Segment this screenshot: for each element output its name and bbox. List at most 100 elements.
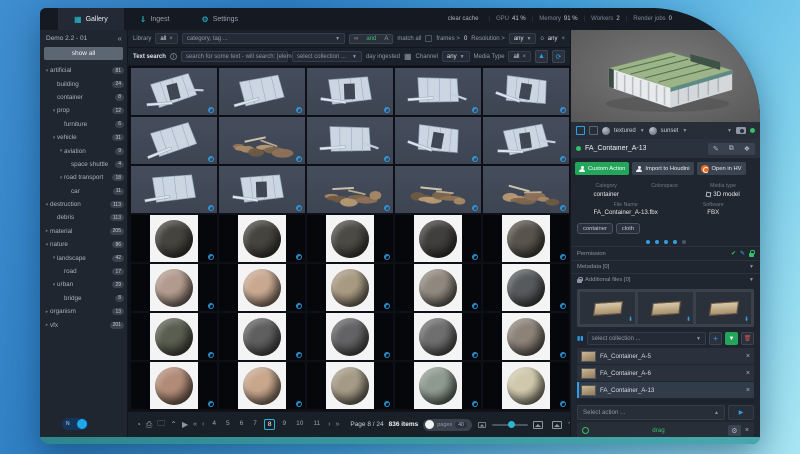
open-in-hv-button[interactable]: Open in HV bbox=[696, 162, 746, 175]
asset-thumbnail-3d-model[interactable] bbox=[131, 117, 217, 164]
asset-thumbnail-material[interactable] bbox=[483, 362, 569, 409]
asset-thumbnail-3d-model[interactable] bbox=[307, 117, 393, 164]
chevron-down-icon[interactable]: ▼ bbox=[352, 54, 357, 60]
clear-media-type-icon[interactable]: × bbox=[522, 54, 526, 60]
page-number-5[interactable]: 5 bbox=[223, 419, 233, 430]
save-collection-button[interactable]: ▼ bbox=[725, 332, 738, 345]
sidebar-item-vfx[interactable]: ▸ vfx 201 bbox=[40, 318, 127, 331]
cell-sync-icon[interactable] bbox=[296, 156, 302, 162]
prev-page-icon[interactable]: ‹ bbox=[202, 421, 204, 428]
match-all-checkbox[interactable] bbox=[425, 35, 433, 42]
chevron-down-icon[interactable]: ▼ bbox=[727, 128, 732, 134]
import-to-houdini-button[interactable]: Import to Houdini bbox=[632, 162, 694, 175]
cell-sync-icon[interactable] bbox=[296, 205, 302, 211]
history-icon[interactable]: ◔ bbox=[136, 420, 141, 429]
thumb-size-small-icon[interactable] bbox=[478, 421, 486, 428]
cell-sync-icon[interactable] bbox=[560, 205, 566, 211]
asset-thumbnail-3d-model[interactable] bbox=[483, 68, 569, 115]
remove-item-icon[interactable]: × bbox=[746, 370, 750, 377]
cell-sync-icon[interactable] bbox=[384, 107, 390, 113]
sidebar-item-bridge[interactable]: bridge 8 bbox=[40, 292, 127, 305]
asset-thumbnail-material[interactable] bbox=[131, 362, 217, 409]
asset-thumbnail-3d-model[interactable] bbox=[395, 68, 481, 115]
cell-sync-icon[interactable] bbox=[560, 303, 566, 309]
cell-sync-icon[interactable] bbox=[560, 107, 566, 113]
asset-thumbnail-3d-model[interactable] bbox=[395, 117, 481, 164]
download-icon[interactable]: ⬇ bbox=[686, 316, 691, 323]
asset-thumbnail-material[interactable] bbox=[395, 362, 481, 409]
run-action-button[interactable]: ▶ bbox=[728, 405, 754, 420]
cell-sync-icon[interactable] bbox=[384, 205, 390, 211]
clear-filter-icon[interactable]: × bbox=[561, 36, 565, 42]
sidebar-item-nature[interactable]: ▾ nature 86 bbox=[40, 238, 127, 251]
cell-sync-icon[interactable] bbox=[208, 352, 214, 358]
tag-button[interactable]: ❖ bbox=[739, 143, 755, 155]
collection-select[interactable]: select collection ... ▼ bbox=[291, 51, 362, 62]
copy-button[interactable]: ⧉ bbox=[724, 143, 739, 155]
related-thumbnail[interactable]: ⬇ bbox=[638, 292, 693, 324]
chevron-up-icon[interactable]: ▲ bbox=[714, 410, 719, 416]
page-number-4[interactable]: 4 bbox=[209, 419, 219, 430]
delete-collection-button[interactable]: 🗑 bbox=[741, 332, 754, 345]
cell-sync-icon[interactable] bbox=[384, 352, 390, 358]
asset-thumbnail-3d-model[interactable] bbox=[131, 68, 217, 115]
cell-sync-icon[interactable] bbox=[560, 156, 566, 162]
cell-sync-icon[interactable] bbox=[472, 303, 478, 309]
text-search-input[interactable]: search for some text - will search: [ele… bbox=[180, 51, 305, 62]
custom-action-button[interactable]: Custom Action bbox=[575, 162, 630, 175]
collection-item-FA_Container_A-5[interactable]: FA_Container_A-5 × bbox=[577, 348, 754, 365]
power-icon[interactable] bbox=[582, 427, 589, 434]
lock-icon[interactable] bbox=[749, 250, 755, 257]
chevron-down-icon[interactable]: ▼ bbox=[460, 54, 465, 60]
tab-ingest[interactable]: ⇓ Ingest bbox=[124, 8, 186, 30]
cell-sync-icon[interactable] bbox=[472, 254, 478, 260]
cell-sync-icon[interactable] bbox=[560, 254, 566, 260]
edit-permission-icon[interactable]: ✎ bbox=[740, 250, 745, 257]
link-icon[interactable]: ∞ bbox=[350, 35, 362, 43]
sidebar-item-artificial[interactable]: ▾ artificial 81 bbox=[40, 64, 127, 77]
refresh-button[interactable]: ⟳ bbox=[552, 50, 565, 63]
asset-thumbnail-material[interactable] bbox=[219, 215, 305, 262]
tag-chip-container[interactable]: container bbox=[577, 223, 613, 234]
sidebar-item-landscape[interactable]: ▾ landscape 42 bbox=[40, 251, 127, 264]
asset-thumbnail-material[interactable] bbox=[307, 313, 393, 360]
environment-select[interactable]: sunset bbox=[661, 128, 679, 134]
cell-sync-icon[interactable] bbox=[296, 107, 302, 113]
download-icon[interactable]: ⬇ bbox=[628, 316, 633, 323]
chevron-down-icon[interactable]: ▼ bbox=[696, 336, 701, 342]
chevron-down-icon[interactable]: ▼ bbox=[640, 128, 645, 134]
cell-sync-icon[interactable] bbox=[208, 156, 214, 162]
asset-thumbnail-3d-model[interactable] bbox=[219, 68, 305, 115]
asset-thumbnail-3d-model[interactable] bbox=[219, 117, 305, 164]
channel-filter[interactable]: any ▼ bbox=[441, 51, 470, 62]
3d-viewport[interactable] bbox=[571, 30, 760, 122]
sidebar-item-road[interactable]: road 17 bbox=[40, 265, 127, 278]
clear-library-icon[interactable]: × bbox=[169, 36, 173, 42]
cell-sync-icon[interactable] bbox=[208, 303, 214, 309]
last-page-icon[interactable]: » bbox=[335, 421, 339, 428]
download-icon[interactable]: ⬇ bbox=[744, 316, 749, 323]
collection-item-FA_Container_A-6[interactable]: FA_Container_A-6 × bbox=[577, 365, 754, 382]
asset-thumbnail-material[interactable] bbox=[483, 264, 569, 311]
asset-thumbnail-material[interactable] bbox=[131, 215, 217, 262]
sidebar-collapse-icon[interactable]: « bbox=[118, 34, 122, 43]
preview-icon[interactable] bbox=[551, 420, 562, 429]
cell-sync-icon[interactable] bbox=[296, 254, 302, 260]
media-type-filter[interactable]: all × bbox=[508, 51, 531, 62]
asset-thumbnail-material[interactable] bbox=[307, 264, 393, 311]
chevron-down-icon[interactable]: ▼ bbox=[749, 264, 754, 270]
page-number-8[interactable]: 8 bbox=[263, 419, 276, 430]
asset-thumbnail-material[interactable] bbox=[395, 313, 481, 360]
asset-thumbnail-material[interactable] bbox=[219, 264, 305, 311]
sidebar-item-debris[interactable]: debris 113 bbox=[40, 211, 127, 224]
add-to-collection-button[interactable]: + bbox=[709, 332, 722, 345]
page-number-10[interactable]: 10 bbox=[293, 419, 306, 430]
print-icon[interactable]: ⎙ bbox=[146, 420, 152, 430]
chevron-down-icon[interactable]: ▼ bbox=[527, 36, 532, 42]
pager-dot[interactable] bbox=[663, 240, 668, 244]
cell-sync-icon[interactable] bbox=[384, 303, 390, 309]
collection-item-FA_Container_A-13[interactable]: FA_Container_A-13 × bbox=[577, 382, 754, 399]
app-logo-toggle[interactable]: N bbox=[62, 418, 88, 430]
page-number-9[interactable]: 9 bbox=[279, 419, 289, 430]
tab-gallery[interactable]: ▦ Gallery bbox=[58, 8, 124, 30]
